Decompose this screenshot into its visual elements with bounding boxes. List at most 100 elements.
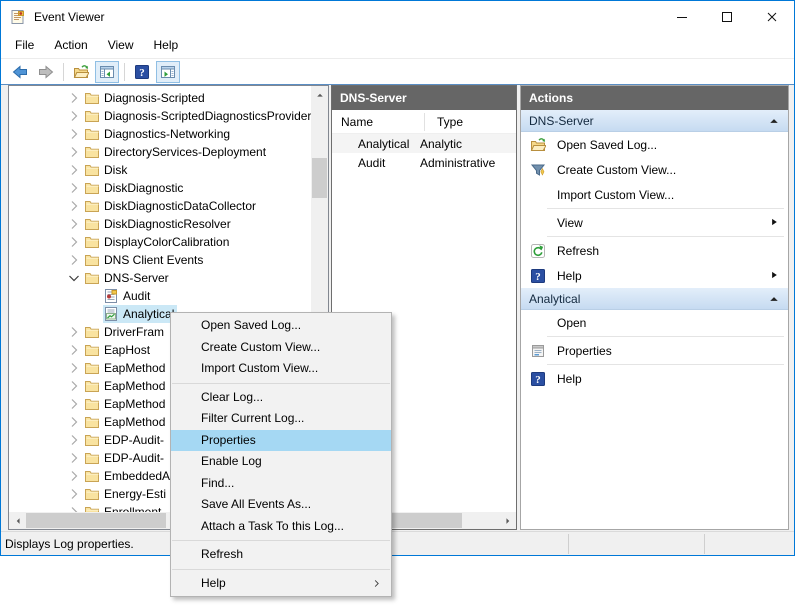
context-menu-item-find[interactable]: Find...: [171, 473, 391, 495]
tree-item-directoryservices-deployment[interactable]: DirectoryServices-Deployment: [9, 143, 311, 161]
chevron-right-icon[interactable]: [66, 162, 82, 178]
tree-item-content: EapMethod: [84, 359, 168, 377]
column-divider[interactable]: [424, 113, 425, 131]
tree-hscroll-thumb[interactable]: [26, 513, 166, 528]
help-button[interactable]: ?: [130, 61, 154, 83]
tree-item-content: Disk: [84, 161, 130, 179]
context-menu-item-enable-log[interactable]: Enable Log: [171, 451, 391, 473]
show-console-tree-button[interactable]: [95, 61, 119, 83]
minimize-button[interactable]: [659, 1, 704, 32]
action-properties[interactable]: Properties: [521, 338, 788, 363]
svg-text:?: ?: [139, 67, 145, 79]
context-menu-item-attach-a-task-to-this-log[interactable]: Attach a Task To this Log...: [171, 516, 391, 538]
chevron-right-icon[interactable]: [66, 252, 82, 268]
tree-item-audit[interactable]: Audit: [9, 287, 311, 305]
chevron-right-icon[interactable]: [66, 126, 82, 142]
context-menu-item-clear-log[interactable]: Clear Log...: [171, 387, 391, 409]
chevron-right-icon[interactable]: [66, 450, 82, 466]
chevron-right-icon[interactable]: [66, 360, 82, 376]
scroll-right-icon[interactable]: [499, 512, 516, 529]
tree-item-content: Diagnosis-Scripted: [84, 89, 208, 107]
chevron-right-icon[interactable]: [66, 234, 82, 250]
chevron-right-icon[interactable]: [66, 180, 82, 196]
open-saved-log-button[interactable]: [69, 61, 93, 83]
back-icon: [12, 64, 28, 80]
tree-item-diskdiagnosticresolver[interactable]: DiskDiagnosticResolver: [9, 215, 311, 233]
chevron-right-icon[interactable]: [66, 198, 82, 214]
tree-item-displaycolorcalibration[interactable]: DisplayColorCalibration: [9, 233, 311, 251]
action-refresh[interactable]: Refresh: [521, 238, 788, 263]
tree-item-content: EDP-Audit-: [84, 449, 167, 467]
context-menu-item-help[interactable]: Help: [171, 573, 391, 595]
chevron-right-icon[interactable]: [66, 90, 82, 106]
context-menu-item-import-custom-view[interactable]: Import Custom View...: [171, 358, 391, 380]
close-button[interactable]: [749, 1, 794, 32]
forward-button[interactable]: [34, 61, 58, 83]
chevron-right-icon[interactable]: [66, 396, 82, 412]
action-help[interactable]: ?Help: [521, 263, 788, 288]
chevron-right-icon[interactable]: [66, 486, 82, 502]
tree-item-disk[interactable]: Disk: [9, 161, 311, 179]
maximize-button[interactable]: [704, 1, 749, 32]
toolbar-separator: [63, 63, 64, 81]
chevron-right-icon[interactable]: [66, 432, 82, 448]
context-menu-item-refresh[interactable]: Refresh: [171, 544, 391, 566]
tree-item-label: DNS-Server: [104, 271, 169, 285]
chevron-right-icon[interactable]: [66, 378, 82, 394]
actions-section-header-dns-server[interactable]: DNS-Server: [521, 110, 788, 132]
chevron-right-icon[interactable]: [66, 414, 82, 430]
action-open[interactable]: Open: [521, 310, 788, 335]
chevron-down-icon[interactable]: [66, 270, 82, 286]
show-action-pane-button[interactable]: [156, 61, 180, 83]
tree-item-label: DNS Client Events: [104, 253, 203, 267]
column-header-name[interactable]: Name: [332, 115, 424, 129]
folder-icon: [84, 252, 100, 268]
column-header-type[interactable]: Type: [424, 115, 463, 129]
title-bar: Event Viewer: [1, 1, 794, 32]
tree-item-diagnosis-scripted[interactable]: Diagnosis-Scripted: [9, 89, 311, 107]
tree-item-dns-client-events[interactable]: DNS Client Events: [9, 251, 311, 269]
folder-icon: [84, 180, 100, 196]
action-open-saved-log[interactable]: Open Saved Log...: [521, 132, 788, 157]
context-menu-item-create-custom-view[interactable]: Create Custom View...: [171, 337, 391, 359]
chevron-right-icon[interactable]: [66, 468, 82, 484]
tree-item-label: EapHost: [104, 343, 150, 357]
action-view[interactable]: View: [521, 210, 788, 235]
menu-action[interactable]: Action: [44, 34, 97, 56]
chevron-right-icon[interactable]: [66, 216, 82, 232]
log-list-row-audit[interactable]: AuditAdministrative: [332, 153, 516, 172]
chevron-right-icon[interactable]: [66, 144, 82, 160]
tree-item-diagnostics-networking[interactable]: Diagnostics-Networking: [9, 125, 311, 143]
context-menu-item-save-all-events-as[interactable]: Save All Events As...: [171, 494, 391, 516]
log-list-row-analytical[interactable]: AnalyticalAnalytic: [332, 134, 516, 153]
folder-icon: [84, 216, 100, 232]
actions-section-header-analytical[interactable]: Analytical: [521, 288, 788, 310]
tree-item-dns-server[interactable]: DNS-Server: [9, 269, 311, 287]
action-help[interactable]: ?Help: [521, 366, 788, 391]
context-menu-item-properties[interactable]: Properties: [171, 430, 391, 452]
action-import-custom-view[interactable]: Import Custom View...: [521, 182, 788, 207]
chevron-right-icon[interactable]: [66, 504, 82, 512]
menu-file[interactable]: File: [5, 34, 44, 56]
scroll-left-icon[interactable]: [9, 512, 26, 529]
back-button[interactable]: [8, 61, 32, 83]
action-create-custom-view[interactable]: Create Custom View...: [521, 157, 788, 182]
scroll-up-icon[interactable]: [311, 86, 328, 103]
chevron-right-icon[interactable]: [66, 108, 82, 124]
tree-item-diskdiagnostic[interactable]: DiskDiagnostic: [9, 179, 311, 197]
context-menu-item-open-saved-log[interactable]: Open Saved Log...: [171, 315, 391, 337]
tree-item-diagnosis-scripteddiagnosticsprovider[interactable]: Diagnosis-ScriptedDiagnosticsProvider: [9, 107, 311, 125]
tree-item-label: Enrollment: [104, 505, 161, 512]
chevron-right-icon[interactable]: [66, 324, 82, 340]
chevron-right-icon[interactable]: [66, 342, 82, 358]
tree-vscroll-thumb[interactable]: [312, 158, 327, 198]
action-label: Open: [557, 316, 586, 330]
folder-icon: [84, 126, 100, 142]
tree-item-diskdiagnosticdatacollector[interactable]: DiskDiagnosticDataCollector: [9, 197, 311, 215]
context-menu-item-filter-current-log[interactable]: Filter Current Log...: [171, 408, 391, 430]
context-menu-item-label: Refresh: [201, 547, 243, 561]
menu-view[interactable]: View: [98, 34, 144, 56]
tree-item-content: DNS-Server: [84, 269, 172, 287]
tree-item-label: DirectoryServices-Deployment: [104, 145, 266, 159]
menu-help[interactable]: Help: [144, 34, 189, 56]
